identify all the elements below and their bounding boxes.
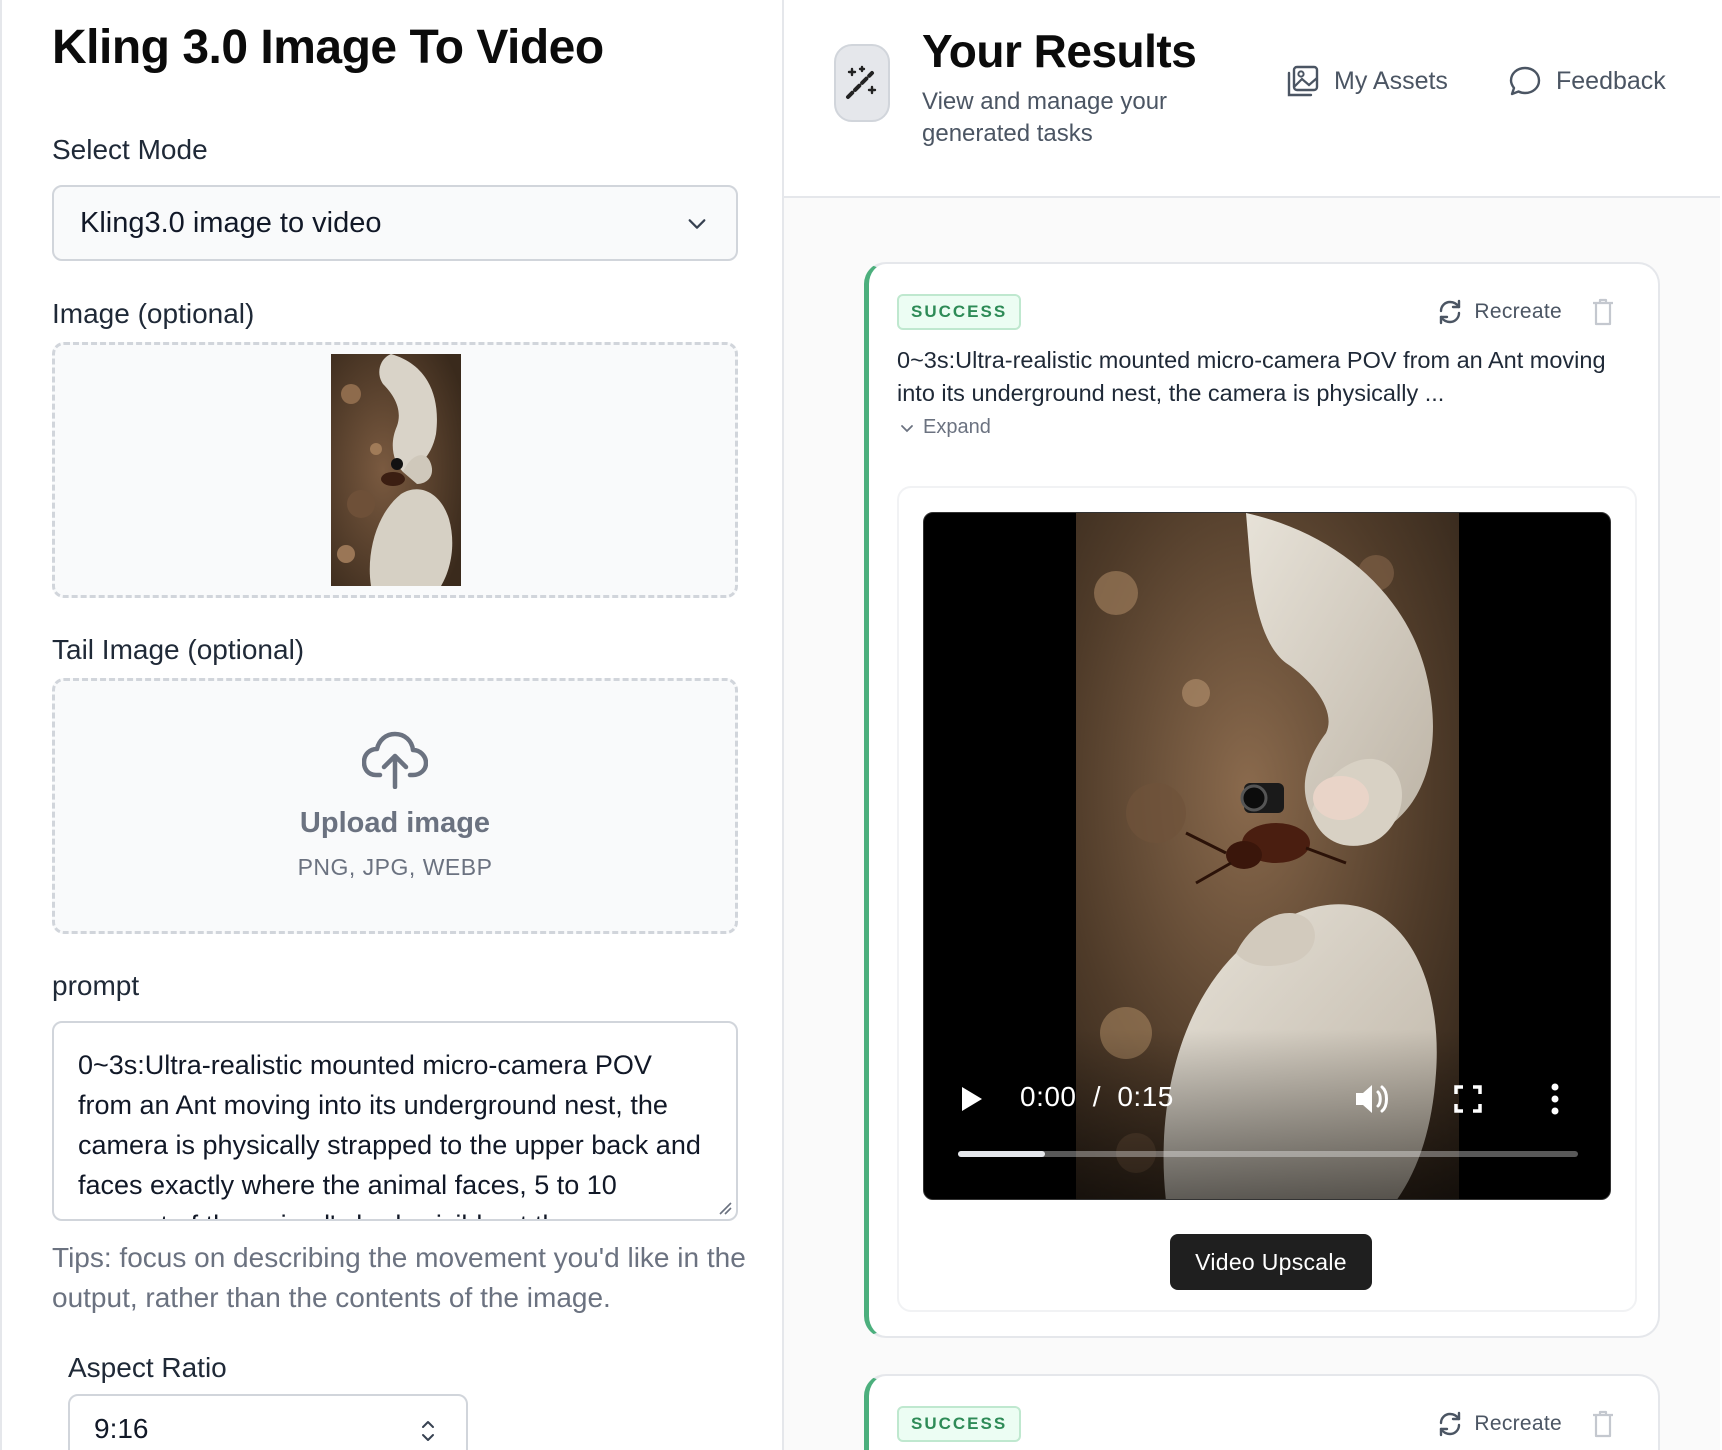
expand-label: Expand bbox=[923, 416, 991, 438]
aspect-ratio-label: Aspect Ratio bbox=[68, 1352, 227, 1383]
resize-handle-icon[interactable] bbox=[716, 1199, 732, 1215]
fullscreen-icon[interactable] bbox=[1454, 1085, 1482, 1113]
trash-icon[interactable] bbox=[1592, 1410, 1614, 1438]
feedback-link[interactable]: Feedback bbox=[1508, 64, 1666, 98]
video-progress-fill bbox=[958, 1151, 1045, 1157]
current-time: 0:00 bbox=[1020, 1081, 1077, 1112]
magic-wand-icon bbox=[846, 65, 877, 99]
status-badge: SUCCESS bbox=[897, 294, 1022, 330]
trash-icon[interactable] bbox=[1592, 298, 1614, 326]
chevron-down-icon bbox=[901, 424, 913, 432]
select-mode-label: Select Mode bbox=[52, 134, 208, 165]
results-header: Your Results View and manage your genera… bbox=[784, 0, 1720, 198]
feedback-label: Feedback bbox=[1556, 66, 1666, 95]
recreate-button[interactable]: Recreate bbox=[1436, 298, 1562, 326]
upload-prompt: Upload image PNG, JPG, WEBP bbox=[55, 731, 735, 881]
video-progress-bar[interactable] bbox=[958, 1151, 1578, 1157]
aspect-ratio-select[interactable]: 9:16 bbox=[68, 1394, 468, 1450]
page-title: Kling 3.0 Image To Video bbox=[52, 21, 604, 74]
play-icon[interactable] bbox=[960, 1085, 984, 1113]
image-label: Image (optional) bbox=[52, 298, 255, 329]
video-time: 0:00 / 0:15 bbox=[1020, 1081, 1174, 1113]
tail-image-dropzone[interactable]: Upload image PNG, JPG, WEBP bbox=[52, 678, 738, 934]
prompt-textarea[interactable]: 0~3s:Ultra-realistic mounted micro-camer… bbox=[52, 1021, 738, 1221]
result-card: SUCCESS Recreate bbox=[864, 1374, 1660, 1450]
image-dropzone[interactable] bbox=[52, 342, 738, 598]
my-assets-label: My Assets bbox=[1334, 66, 1448, 95]
video-controls-bar bbox=[924, 1029, 1610, 1199]
video-upscale-button[interactable]: Video Upscale bbox=[1170, 1234, 1372, 1290]
mode-select[interactable]: Kling3.0 image to video bbox=[52, 185, 738, 261]
tips-text: Tips: focus on describing the movement y… bbox=[52, 1242, 746, 1313]
video-player[interactable]: 0:00 / 0:15 bbox=[923, 512, 1611, 1200]
result-card: SUCCESS Recreate 0~3s:Ultra-realistic mo… bbox=[864, 262, 1660, 1338]
recreate-label: Recreate bbox=[1474, 1412, 1562, 1435]
chevron-down-icon bbox=[688, 219, 706, 229]
refresh-icon bbox=[1440, 1411, 1461, 1437]
mode-select-value: Kling3.0 image to video bbox=[80, 206, 382, 239]
more-options-icon[interactable] bbox=[1550, 1081, 1560, 1117]
recreate-button[interactable]: Recreate bbox=[1436, 1410, 1562, 1438]
app-root: Kling 3.0 Image To Video Select Mode Kli… bbox=[0, 0, 1722, 1450]
aspect-ratio-value: 9:16 bbox=[94, 1413, 149, 1444]
refresh-icon bbox=[1440, 299, 1461, 325]
assets-gallery-icon bbox=[1287, 65, 1319, 97]
ant-hands-image bbox=[331, 354, 461, 586]
magic-wand-tile bbox=[834, 44, 890, 122]
video-container: 0:00 / 0:15 Video Upscale bbox=[897, 486, 1637, 1312]
prompt-label: prompt bbox=[52, 970, 140, 1001]
volume-icon[interactable] bbox=[1354, 1081, 1392, 1117]
expand-toggle[interactable]: Expand bbox=[899, 416, 991, 439]
results-title: Your Results bbox=[922, 25, 1197, 77]
prompt-text: 0~3s:Ultra-realistic mounted micro-camer… bbox=[78, 1050, 701, 1219]
results-panel: Your Results View and manage your genera… bbox=[784, 0, 1720, 1450]
results-subtitle: View and manage your generated tasks bbox=[922, 88, 1168, 147]
uploaded-image-thumbnail[interactable] bbox=[331, 354, 461, 586]
form-panel: Kling 3.0 Image To Video Select Mode Kli… bbox=[0, 0, 784, 1450]
upload-formats: PNG, JPG, WEBP bbox=[297, 854, 493, 880]
prompt-preview: 0~3s:Ultra-realistic mounted micro-camer… bbox=[897, 347, 1606, 406]
tail-image-label: Tail Image (optional) bbox=[52, 634, 305, 665]
recreate-label: Recreate bbox=[1474, 300, 1562, 323]
duration: 0:15 bbox=[1117, 1081, 1174, 1112]
chat-bubble-icon bbox=[1509, 66, 1541, 96]
my-assets-link[interactable]: My Assets bbox=[1286, 64, 1448, 98]
cloud-upload-icon bbox=[362, 731, 428, 789]
status-badge: SUCCESS bbox=[897, 1406, 1022, 1442]
chevron-up-down-icon bbox=[422, 1421, 434, 1441]
time-separator: / bbox=[1092, 1081, 1102, 1112]
upload-title: Upload image bbox=[299, 807, 491, 839]
